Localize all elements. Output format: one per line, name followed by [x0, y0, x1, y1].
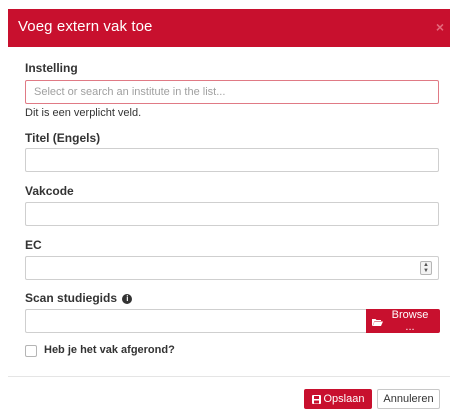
completed-checkbox-label[interactable]: Heb je het vak afgerond? [44, 344, 175, 356]
institution-search-input[interactable] [25, 80, 439, 104]
ec-number-input[interactable] [25, 256, 439, 280]
info-icon[interactable]: i [122, 294, 133, 304]
course-code-input[interactable] [25, 202, 439, 226]
cancel-button[interactable]: Annuleren [377, 389, 440, 409]
browse-label: Browse ... [391, 309, 429, 333]
dialog-title: Voeg extern vak toe [18, 18, 153, 35]
dialog-header: Voeg extern vak toe × [8, 9, 450, 47]
folder-open-icon [372, 317, 383, 326]
save-button[interactable]: Opslaan [304, 389, 372, 409]
save-icon [311, 394, 321, 404]
title-en-label: Titel (Engels) [25, 131, 101, 145]
scan-label-text: Scan studiegids [25, 291, 118, 305]
ec-label: EC [25, 238, 42, 252]
scan-file-field[interactable] [25, 309, 367, 333]
ec-spinner[interactable]: ▲ ▼ [420, 261, 432, 275]
completed-checkbox[interactable] [25, 345, 37, 357]
institution-label: Instelling [25, 61, 78, 75]
course-code-label: Vakcode [25, 184, 74, 198]
save-label: Opslaan [323, 393, 365, 405]
chevron-down-icon[interactable]: ▼ [421, 268, 431, 274]
footer-divider [8, 376, 450, 377]
scan-label: Scan studiegids i [25, 291, 133, 305]
close-icon[interactable]: × [436, 18, 444, 36]
browse-button[interactable]: Browse ... [366, 309, 440, 333]
title-en-input[interactable] [25, 148, 439, 172]
institution-error-text: Dit is een verplicht veld. [25, 107, 142, 119]
